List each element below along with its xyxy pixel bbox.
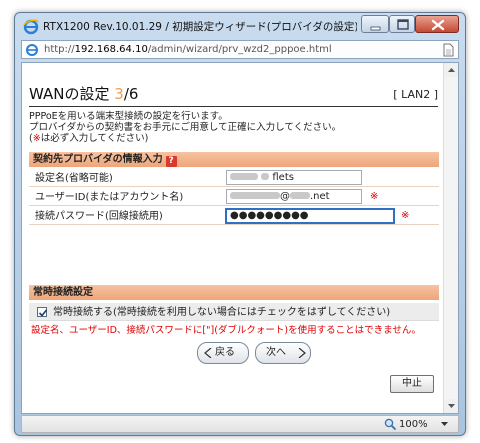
- cancel-button[interactable]: 中止: [390, 375, 434, 393]
- blurred-text: [230, 192, 280, 199]
- url-scheme: http://: [44, 44, 75, 55]
- address-bar[interactable]: http://192.168.64.10/admin/wizard/prv_wz…: [21, 40, 459, 59]
- provider-section-heading: 契約先プロバイダの情報入力?: [29, 152, 439, 167]
- password-row: 接続パスワード(回線接続用) ●●●●●●●●● ※: [29, 207, 439, 225]
- required-mark: ※: [32, 133, 41, 144]
- intro-line-3: (※は必ず入力してください): [29, 133, 149, 144]
- status-bar: 100%: [21, 415, 459, 433]
- page-title: WANの設定 3/6: [29, 84, 239, 104]
- ie-icon: [23, 19, 39, 35]
- maximize-button[interactable]: [389, 15, 415, 33]
- user-id-at: @: [280, 191, 290, 202]
- setting-name-row: 設定名(省略可能) flets: [29, 169, 439, 187]
- url-host: 192.168.64.10: [74, 44, 148, 55]
- arrow-left-icon: [204, 348, 212, 358]
- always-on-checkbox[interactable]: [37, 307, 48, 317]
- user-id-row: ユーザーID(またはアカウント名) @ .net ※: [29, 188, 439, 206]
- zoom-icon[interactable]: [384, 418, 397, 431]
- arrow-right-icon: [298, 348, 306, 358]
- scroll-up-button[interactable]: [443, 63, 458, 77]
- scrollbar-track[interactable]: [443, 77, 458, 399]
- close-icon: [431, 19, 445, 31]
- intro-line-2: プロバイダからの契約書をお手元にご用意して正確に入力してください。: [29, 122, 342, 133]
- setting-name-label: 設定名(省略可能): [35, 173, 113, 184]
- close-button[interactable]: [415, 15, 459, 33]
- maximize-icon: [397, 19, 409, 30]
- next-button[interactable]: 次へ: [255, 342, 311, 364]
- url-path: /admin/wizard/prv_wzd2_pppoe.html: [147, 44, 332, 55]
- setting-name-value: flets: [272, 172, 294, 183]
- step-current: 3: [114, 85, 124, 103]
- step-total: /6: [123, 85, 139, 103]
- required-mark: ※: [401, 210, 410, 221]
- password-input[interactable]: ●●●●●●●●●: [225, 208, 395, 224]
- blurred-text: [261, 173, 270, 180]
- back-button[interactable]: 戻る: [197, 342, 249, 364]
- url-text[interactable]: http://192.168.64.10/admin/wizard/prv_wz…: [44, 43, 434, 57]
- document-icon[interactable]: [442, 43, 455, 57]
- title-divider: [29, 106, 438, 107]
- page-content: WANの設定 3/6 [ LAN2 ] PPPoEを用いる端末型接続の設定を行い…: [21, 62, 459, 414]
- minimize-button[interactable]: [361, 15, 389, 33]
- zoom-level[interactable]: 100%: [399, 418, 433, 432]
- scroll-down-button[interactable]: [443, 399, 458, 413]
- setting-name-input[interactable]: flets: [226, 170, 362, 185]
- chevron-up-icon: [448, 68, 455, 72]
- interface-label: [ LAN2 ]: [393, 88, 438, 101]
- always-on-row: 常時接続する(常時接続を利用しない場合にはチェックをはずしてください): [29, 303, 439, 321]
- intro-line-1: PPPoEを用いる端末型接続の設定を行います。: [29, 111, 228, 122]
- minimize-icon: [370, 26, 381, 31]
- always-on-section-heading: 常時接続設定: [29, 285, 439, 300]
- back-label: 戻る: [215, 347, 235, 358]
- next-label: 次へ: [266, 347, 286, 358]
- browser-window: RTX1200 Rev.10.01.29 / 初期設定ウィザード(プロバイダの設…: [14, 12, 466, 436]
- required-mark: ※: [370, 191, 379, 202]
- window-title: RTX1200 Rev.10.01.29 / 初期設定ウィザード(プロバイダの設…: [43, 21, 357, 33]
- password-label: 接続パスワード(回線接続用): [35, 211, 163, 222]
- blurred-text: [290, 192, 310, 199]
- chevron-down-icon: [448, 404, 455, 408]
- quote-warning: 設定名、ユーザーID、接続パスワードに["](ダブルクォート)を使用することはで…: [31, 325, 421, 336]
- always-on-label[interactable]: 常時接続する(常時接続を利用しない場合にはチェックをはずしてください): [53, 306, 433, 319]
- user-id-label: ユーザーID(またはアカウント名): [35, 192, 184, 203]
- help-icon[interactable]: ?: [165, 156, 177, 167]
- checkmark-icon: [38, 309, 48, 317]
- intro-text: PPPoEを用いる端末型接続の設定を行います。 プロバイダからの契約書をお手元に…: [29, 111, 429, 144]
- ie-page-icon: [25, 43, 39, 57]
- user-id-input[interactable]: @ .net: [226, 189, 362, 204]
- user-id-domain: .net: [310, 191, 330, 202]
- zoom-dropdown-icon[interactable]: [440, 420, 449, 429]
- page-title-prefix: WANの設定: [29, 85, 115, 103]
- blurred-text: [230, 173, 258, 180]
- title-bar[interactable]: RTX1200 Rev.10.01.29 / 初期設定ウィザード(プロバイダの設…: [15, 13, 465, 39]
